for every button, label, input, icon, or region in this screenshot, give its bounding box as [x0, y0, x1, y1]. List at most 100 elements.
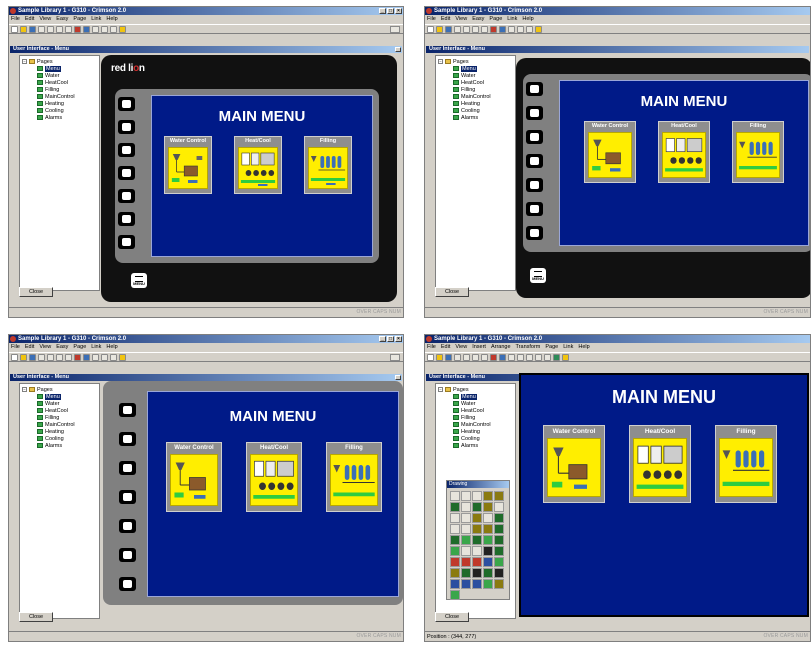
check-icon[interactable]	[38, 25, 45, 33]
valve-icon[interactable]	[461, 546, 471, 556]
copy-icon[interactable]	[472, 25, 479, 33]
tree-item-heating[interactable]: Heating	[453, 428, 513, 435]
conveyor-icon[interactable]	[461, 568, 471, 578]
tree-item-cooling[interactable]: Cooling	[37, 107, 97, 114]
tree-item-filling[interactable]: Filling	[453, 86, 513, 93]
scale-icon[interactable]	[483, 513, 493, 523]
zoom-icon[interactable]	[526, 353, 533, 361]
open-folder-icon[interactable]	[20, 353, 27, 361]
filling-button[interactable]: Filling	[326, 442, 382, 512]
cut-icon[interactable]	[47, 25, 54, 33]
water-control-button[interactable]: Water Control	[584, 121, 636, 183]
tree-item-water[interactable]: Water	[453, 72, 513, 79]
paste-icon[interactable]	[65, 353, 72, 361]
reactor-icon[interactable]	[483, 568, 493, 578]
collapse-icon[interactable]: −	[438, 387, 443, 392]
lightning-icon[interactable]	[119, 353, 126, 361]
tree-item-heating[interactable]: Heating	[37, 428, 97, 435]
soft-key-1[interactable]	[119, 403, 136, 417]
new-file-icon[interactable]	[11, 25, 18, 33]
lightning-icon[interactable]	[562, 353, 569, 361]
soft-key-2[interactable]	[526, 106, 543, 120]
menu-link[interactable]: Link	[563, 343, 573, 351]
menu-link[interactable]: Link	[91, 15, 101, 23]
tree-item-alarms[interactable]: Alarms	[453, 114, 513, 121]
tank-icon[interactable]	[450, 502, 460, 512]
soft-key-7[interactable]	[119, 577, 136, 591]
fill-icon[interactable]	[553, 353, 560, 361]
save-icon[interactable]	[29, 353, 36, 361]
sensor-icon[interactable]	[472, 579, 482, 589]
soft-key-6[interactable]	[526, 202, 543, 216]
open-folder-icon[interactable]	[436, 353, 443, 361]
select-arrow-icon[interactable]	[450, 491, 460, 501]
heat-cool-button[interactable]: Heat/Cool	[658, 121, 710, 183]
tree-item-menu[interactable]: Menu	[37, 65, 97, 72]
tree-item-alarms[interactable]: Alarms	[453, 442, 513, 449]
new-file-icon[interactable]	[427, 353, 434, 361]
arrow-down-icon[interactable]	[517, 25, 524, 33]
menu-page[interactable]: Page	[489, 15, 502, 23]
delete-icon[interactable]	[490, 25, 497, 33]
save-icon[interactable]	[29, 25, 36, 33]
menu-view[interactable]: View	[455, 343, 467, 351]
menu-key[interactable]: MENU	[131, 273, 147, 288]
lightning-icon[interactable]	[535, 25, 542, 33]
meter-icon[interactable]	[461, 579, 471, 589]
image-icon[interactable]	[494, 513, 504, 523]
soft-key-3[interactable]	[118, 143, 135, 157]
save-icon[interactable]	[445, 25, 452, 33]
figure-icon[interactable]	[461, 513, 471, 523]
bin-icon[interactable]	[450, 568, 460, 578]
menu-view[interactable]: View	[39, 15, 51, 23]
gauge-icon[interactable]	[494, 524, 504, 534]
copy-icon[interactable]	[56, 25, 63, 33]
properties-icon[interactable]	[499, 353, 506, 361]
soft-key-2[interactable]	[118, 120, 135, 134]
menu-easy[interactable]: Easy	[56, 343, 68, 351]
panel-close-icon[interactable]	[395, 375, 401, 380]
cut-icon[interactable]	[47, 353, 54, 361]
tree-item-menu[interactable]: Menu	[37, 393, 97, 400]
tree-item-maincontrol[interactable]: MainControl	[37, 421, 97, 428]
menu-insert[interactable]: Insert	[472, 343, 486, 351]
close-button[interactable]: Close	[435, 287, 469, 297]
menu-page[interactable]: Page	[73, 343, 86, 351]
tree-item-water[interactable]: Water	[37, 72, 97, 79]
lasso-icon[interactable]	[461, 491, 471, 501]
text-icon[interactable]	[461, 502, 471, 512]
heat-cool-button[interactable]: Heat/Cool	[246, 442, 302, 512]
copy-icon[interactable]	[472, 353, 479, 361]
ellipse-icon[interactable]	[472, 502, 482, 512]
mixer-icon[interactable]	[472, 568, 482, 578]
menu-page[interactable]: Page	[545, 343, 558, 351]
filling-button[interactable]: Filling	[732, 121, 784, 183]
soft-key-1[interactable]	[118, 97, 135, 111]
check-icon[interactable]	[454, 25, 461, 33]
flow-icon[interactable]	[450, 579, 460, 589]
rounded-rect-icon[interactable]	[494, 491, 504, 501]
tree-root-pages[interactable]: − Pages	[438, 386, 513, 393]
close-window-button[interactable]: ×	[395, 8, 402, 14]
arrow-up-icon[interactable]	[508, 25, 515, 33]
pump-icon[interactable]	[494, 546, 504, 556]
menu-view[interactable]: View	[455, 15, 467, 23]
menu-file[interactable]: File	[427, 15, 436, 23]
cut-icon[interactable]	[463, 353, 470, 361]
soft-key-7[interactable]	[526, 226, 543, 240]
leaf-icon[interactable]	[450, 590, 460, 600]
menu-edit[interactable]: Edit	[25, 343, 34, 351]
soft-key-4[interactable]	[119, 490, 136, 504]
tree-item-heatcool[interactable]: HeatCool	[453, 407, 513, 414]
filling-button[interactable]: Filling	[304, 136, 352, 194]
wedge-icon[interactable]	[483, 502, 493, 512]
new-file-icon[interactable]	[427, 25, 434, 33]
alarm-icon[interactable]	[450, 557, 460, 567]
tree-item-maincontrol[interactable]: MainControl	[37, 93, 97, 100]
open-folder-icon[interactable]	[20, 25, 27, 33]
delete-icon[interactable]	[490, 353, 497, 361]
menu-help[interactable]: Help	[106, 343, 117, 351]
tree-item-water[interactable]: Water	[453, 400, 513, 407]
tree-item-alarms[interactable]: Alarms	[37, 442, 97, 449]
close-button[interactable]: Close	[435, 612, 469, 622]
